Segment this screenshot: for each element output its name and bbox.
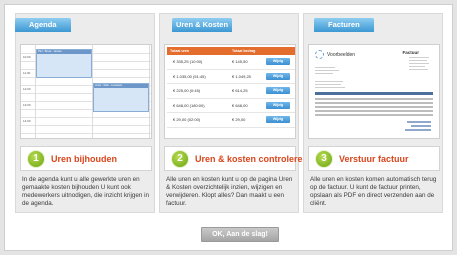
- step-badge: 2 Uren & kosten controleren: [164, 146, 308, 171]
- table-row: € 648,00 (180:00) € 648,00 Wijzig: [167, 99, 295, 113]
- step-badge: 3 Verstuur factuur: [308, 146, 440, 171]
- invoice-brand: Voorbeelden: [327, 52, 356, 58]
- logo-icon: [315, 50, 324, 59]
- cell-hours: € 648,00 (180:00): [173, 102, 205, 108]
- agenda-event[interactable]: Joost - Web - Lucassen: [93, 83, 149, 112]
- cell-amount: € 1.049,25: [232, 73, 251, 79]
- step-title: Verstuur factuur: [339, 154, 409, 164]
- tab-uren-kosten: Uren & Kosten: [172, 18, 232, 32]
- agenda-time-label: 13:00: [23, 103, 31, 107]
- agenda-time-label: 10:00: [23, 55, 31, 59]
- cell-amount: € 614,25: [232, 88, 248, 94]
- cell-hours: € 335,25 (10:00): [173, 59, 203, 65]
- invoice-document: Voorbeelden Factuur: [309, 45, 439, 138]
- invoice-table-header: [315, 92, 433, 95]
- step-number-icon: 3: [315, 150, 333, 168]
- table-header: Totaal uren Totaal bedrag: [167, 47, 295, 55]
- table-row: € 1.035,00 (51:45) € 1.049,25 Wijzig: [167, 70, 295, 84]
- cell-hours: € 1.035,00 (51:45): [173, 73, 206, 79]
- cell-amount: € 145,50: [232, 59, 248, 65]
- hours-costs-table: Totaal uren Totaal bedrag € 335,25 (10:0…: [167, 47, 295, 128]
- panel-uren-kosten: Totaal uren Totaal bedrag € 335,25 (10:0…: [159, 13, 308, 213]
- tab-facturen: Facturen: [314, 18, 374, 32]
- step-badge: 1 Uren bijhouden: [20, 146, 152, 171]
- invoice-heading: Factuur: [402, 50, 419, 55]
- cell-hours: € 225,00 (0:45): [173, 88, 201, 94]
- cell-hours: € 29,00 (02:00): [173, 117, 201, 123]
- panel-agenda: 10:00 11:00 12:00 13:00 14:00 Piet - Bou…: [15, 13, 155, 213]
- cell-amount: € 29,00: [232, 117, 246, 123]
- edit-button[interactable]: Wijzig: [266, 58, 290, 66]
- step-description: Alle uren en kosten komen automatisch te…: [310, 176, 437, 207]
- table-row: € 225,00 (0:45) € 614,25 Wijzig: [167, 84, 295, 99]
- step-number-icon: 1: [27, 150, 45, 168]
- edit-button[interactable]: Wijzig: [266, 101, 290, 109]
- column-header-hours: Totaal uren: [170, 49, 190, 53]
- agenda-event[interactable]: Piet - Bouw - Jansen: [36, 49, 92, 78]
- edit-button[interactable]: Wijzig: [266, 87, 290, 95]
- edit-button[interactable]: Wijzig: [266, 72, 290, 80]
- onboarding-dialog: 10:00 11:00 12:00 13:00 14:00 Piet - Bou…: [4, 4, 453, 251]
- step-number-icon: 2: [171, 150, 189, 168]
- hours-costs-preview: Totaal uren Totaal bedrag € 335,25 (10:0…: [164, 44, 296, 139]
- invoice-preview: Voorbeelden Factuur: [308, 44, 440, 139]
- edit-button[interactable]: Wijzig: [266, 116, 290, 124]
- start-button[interactable]: OK, Aan de slag!: [201, 227, 279, 242]
- agenda-time-label: 11:00: [23, 71, 31, 75]
- step-title: Uren & kosten controleren: [195, 154, 309, 164]
- agenda-preview: 10:00 11:00 12:00 13:00 14:00 Piet - Bou…: [20, 44, 152, 139]
- agenda-event-label: Joost - Web - Lucassen: [94, 84, 148, 88]
- agenda-time-label: 14:00: [23, 119, 31, 123]
- step-title: Uren bijhouden: [51, 154, 117, 164]
- table-row: € 29,00 (02:00) € 29,00 Wijzig: [167, 113, 295, 128]
- cell-amount: € 648,00: [232, 102, 248, 108]
- table-row: € 335,25 (10:00) € 145,50 Wijzig: [167, 55, 295, 70]
- agenda-event-label: Piet - Bouw - Jansen: [37, 50, 91, 54]
- step-description: Alle uren en kosten kunt u op de pagina …: [166, 176, 293, 207]
- agenda-time-label: 12:00: [23, 87, 31, 91]
- step-description: In de agenda kunt u alle gewerkte uren e…: [22, 176, 150, 207]
- tab-agenda: Agenda: [15, 18, 71, 32]
- column-header-amount: Totaal bedrag: [232, 49, 256, 53]
- panel-facturen: Voorbeelden Factuur 3 Verstuur factuur A…: [303, 13, 443, 213]
